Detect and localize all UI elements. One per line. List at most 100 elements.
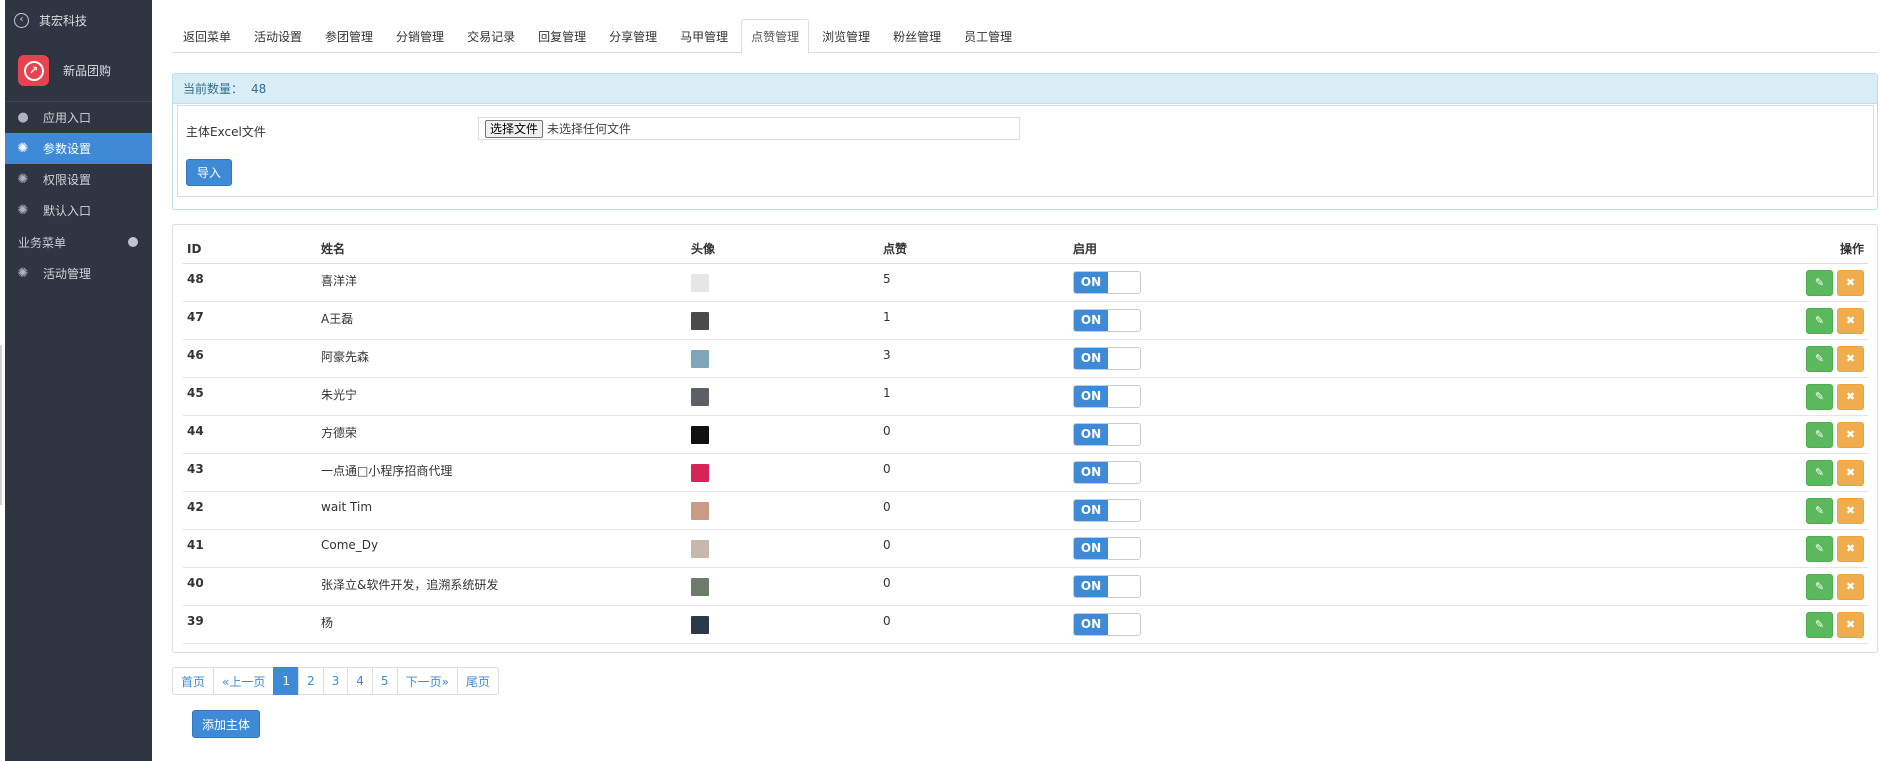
column-header-enabled: 启用 [1069, 235, 1269, 264]
row-enabled-cell: ON [1069, 529, 1269, 568]
row-likes: 5 [879, 263, 1069, 302]
page-link-6[interactable]: 4 [347, 667, 373, 695]
row-avatar-cell [687, 567, 879, 606]
gear-icon: ✺ [17, 172, 29, 187]
delete-icon[interactable]: ✖ [1837, 459, 1864, 486]
edit-icon[interactable]: ✎ [1806, 421, 1833, 448]
page-link-3[interactable]: 1 [273, 667, 299, 695]
toggle-off-area [1108, 347, 1140, 369]
row-likes: 0 [879, 605, 1069, 644]
row-likes: 0 [879, 453, 1069, 492]
edit-icon[interactable]: ✎ [1806, 345, 1833, 372]
file-field-label: 主体Excel文件 [186, 125, 266, 139]
choose-file-button[interactable]: 选择文件 [485, 119, 544, 138]
sidebar-section-header[interactable]: 业务菜单 [5, 226, 152, 258]
edit-icon[interactable]: ✎ [1806, 573, 1833, 600]
page-link-4[interactable]: 2 [298, 667, 324, 695]
edit-icon[interactable]: ✎ [1806, 497, 1833, 524]
enabled-toggle[interactable]: ON [1073, 384, 1141, 408]
count-label: 当前数量： [183, 82, 244, 96]
row-name: 杨 [317, 605, 687, 644]
delete-icon[interactable]: ✖ [1837, 269, 1864, 296]
tab-12[interactable]: 员工管理 [954, 19, 1022, 53]
column-header-actions: 操作 [1269, 235, 1868, 264]
tab-3[interactable]: 参团管理 [315, 19, 383, 53]
column-header-name: 姓名 [317, 235, 687, 264]
sidebar-item-3[interactable]: ✺ 权限设置 [5, 164, 152, 195]
delete-icon[interactable]: ✖ [1837, 307, 1864, 334]
edit-icon[interactable]: ✎ [1806, 535, 1833, 562]
edit-icon[interactable]: ✎ [1806, 459, 1833, 486]
enabled-toggle[interactable]: ON [1073, 346, 1141, 370]
enabled-toggle[interactable]: ON [1073, 422, 1141, 446]
page-link-9[interactable]: 尾页 [456, 667, 499, 695]
tab-10[interactable]: 浏览管理 [812, 19, 880, 53]
file-input[interactable]: 选择文件 未选择任何文件 [478, 117, 1020, 140]
edit-icon[interactable]: ✎ [1806, 611, 1833, 638]
import-form: 主体Excel文件 选择文件 未选择任何文件 导入 [177, 105, 1874, 197]
delete-icon[interactable]: ✖ [1837, 573, 1864, 600]
app-logo-icon: ↗ [18, 55, 49, 86]
sidebar-item-1[interactable]: ● 应用入口 [5, 102, 152, 133]
delete-icon[interactable]: ✖ [1837, 421, 1864, 448]
count-value: 48 [251, 81, 267, 96]
page-link-2[interactable]: «上一页 [213, 667, 275, 695]
page-link-5[interactable]: 3 [322, 667, 349, 695]
delete-icon[interactable]: ✖ [1837, 345, 1864, 372]
edit-icon[interactable]: ✎ [1806, 307, 1833, 334]
tab-2[interactable]: 活动设置 [244, 19, 312, 53]
sidebar-section-item-1[interactable]: ✺ 活动管理 [5, 258, 152, 289]
tab-6[interactable]: 回复管理 [528, 19, 596, 53]
tab-1[interactable]: 返回菜单 [172, 19, 241, 53]
toggle-on-label: ON [1074, 271, 1108, 293]
sidebar-item-4[interactable]: ✺ 默认入口 [5, 195, 152, 226]
sidebar-item-2[interactable]: ✺ 参数设置 [5, 133, 152, 164]
enabled-toggle[interactable]: ON [1073, 308, 1141, 332]
avatar [691, 539, 709, 558]
edit-icon[interactable]: ✎ [1806, 269, 1833, 296]
delete-icon[interactable]: ✖ [1837, 611, 1864, 638]
count-heading: 当前数量： 48 [173, 74, 1877, 104]
enabled-toggle[interactable]: ON [1073, 498, 1141, 522]
import-button[interactable]: 导入 [186, 159, 233, 186]
tab-8[interactable]: 马甲管理 [670, 19, 738, 53]
page-link-1[interactable]: 首页 [172, 667, 215, 695]
avatar [691, 425, 709, 444]
page-link-7[interactable]: 5 [371, 667, 398, 695]
row-actions: ✎ ✖ [1269, 567, 1868, 606]
toggle-on-label: ON [1074, 461, 1108, 483]
row-enabled-cell: ON [1069, 415, 1269, 454]
toggle-off-area [1108, 613, 1140, 635]
section-toggle-icon[interactable] [128, 237, 138, 247]
row-name: 喜洋洋 [317, 263, 687, 302]
enabled-toggle[interactable]: ON [1073, 270, 1141, 294]
back-arrow-icon[interactable]: ‹ [14, 12, 29, 28]
tab-5[interactable]: 交易记录 [457, 19, 525, 53]
row-actions: ✎ ✖ [1269, 491, 1868, 530]
enabled-toggle[interactable]: ON [1073, 536, 1141, 560]
enabled-toggle[interactable]: ON [1073, 574, 1141, 598]
enabled-toggle[interactable]: ON [1073, 460, 1141, 484]
sidebar-brand[interactable]: ‹ 其宏科技 [5, 0, 152, 40]
tab-4[interactable]: 分销管理 [386, 19, 454, 53]
table-row: 43 一点通□小程序招商代理 0 ON ✎ ✖ [183, 453, 1868, 492]
tab-9[interactable]: 点赞管理 [741, 19, 810, 54]
tab-7[interactable]: 分享管理 [599, 19, 667, 53]
edit-icon[interactable]: ✎ [1806, 383, 1833, 410]
row-likes: 0 [879, 567, 1069, 606]
table-row: 42 wait Tim 0 ON ✎ ✖ [183, 491, 1868, 530]
toggle-on-label: ON [1074, 309, 1108, 331]
row-enabled-cell: ON [1069, 605, 1269, 644]
tab-11[interactable]: 粉丝管理 [883, 19, 951, 53]
row-actions: ✎ ✖ [1269, 453, 1868, 492]
delete-icon[interactable]: ✖ [1837, 497, 1864, 524]
delete-icon[interactable]: ✖ [1837, 535, 1864, 562]
row-avatar-cell [687, 301, 879, 340]
delete-icon[interactable]: ✖ [1837, 383, 1864, 410]
row-avatar-cell [687, 529, 879, 568]
enabled-toggle[interactable]: ON [1073, 612, 1141, 636]
add-subject-button[interactable]: 添加主体 [192, 710, 261, 738]
row-avatar-cell [687, 453, 879, 492]
avatar [691, 311, 709, 330]
page-link-8[interactable]: 下一页» [396, 667, 458, 695]
